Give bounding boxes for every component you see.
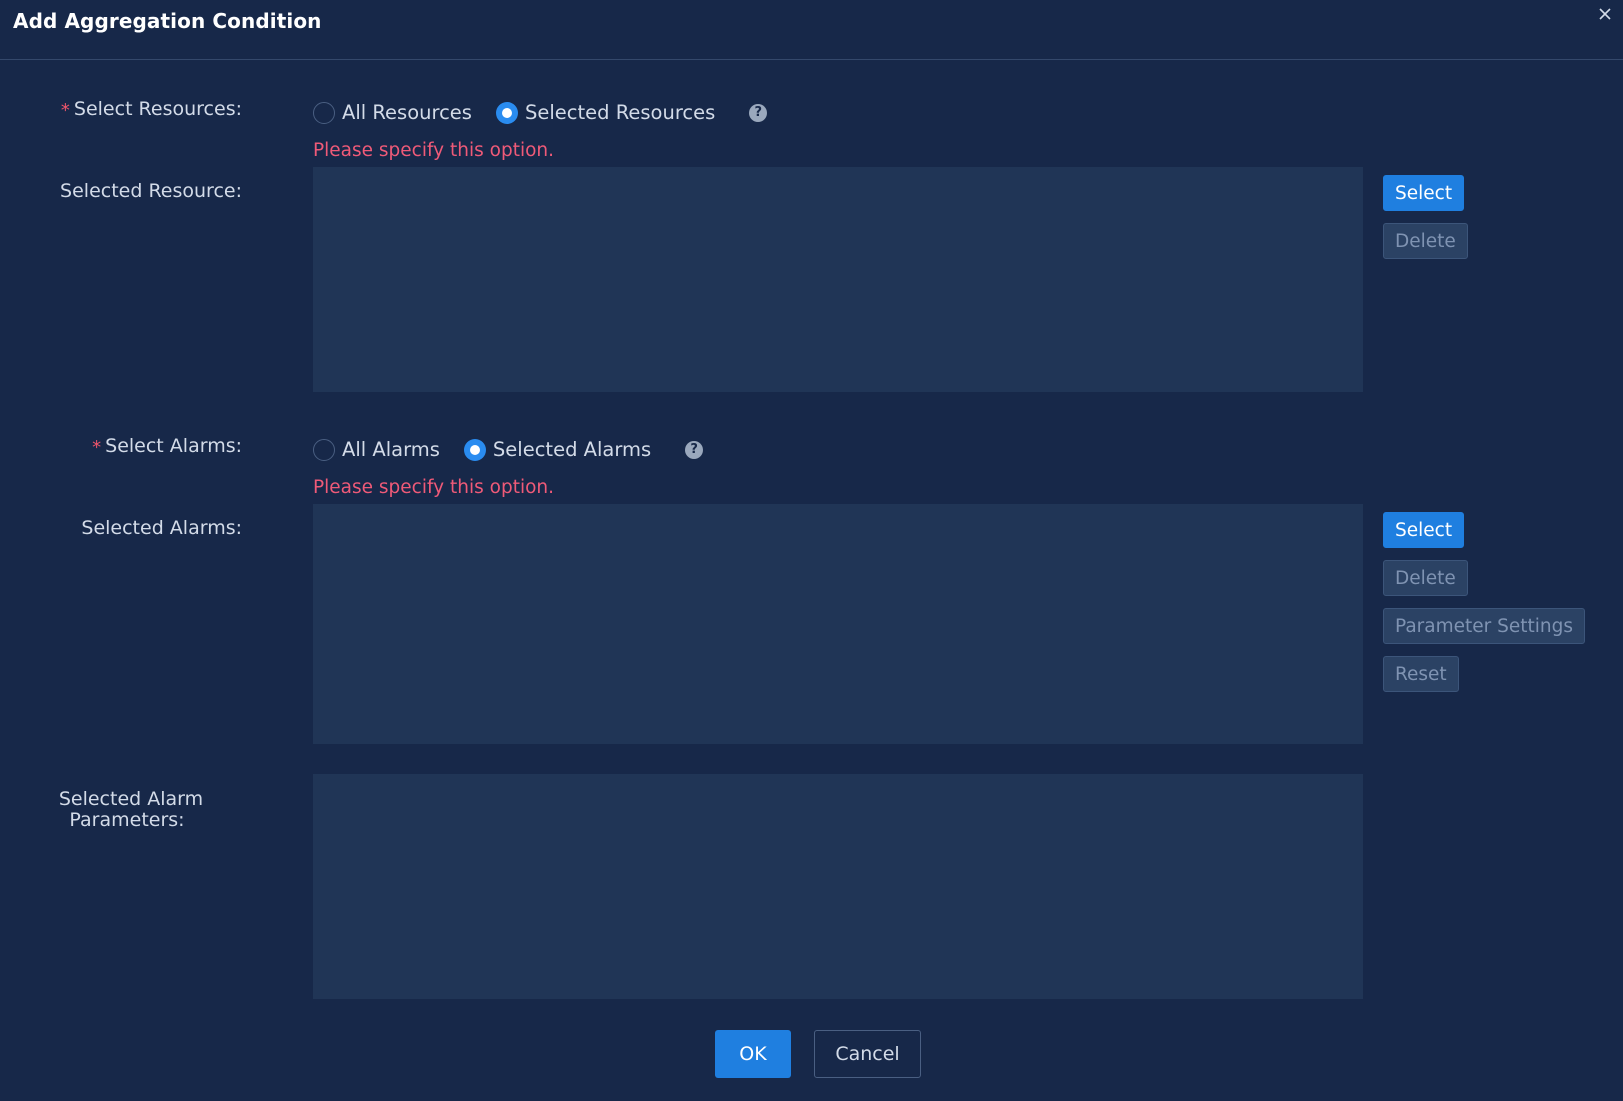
alarms-radio-group: All Alarms Selected Alarms ? (313, 438, 704, 461)
required-mark: * (60, 100, 70, 121)
select-resource-button[interactable]: Select (1383, 175, 1465, 211)
resources-radio-group: All Resources Selected Resources ? (313, 101, 768, 124)
ok-button[interactable]: OK (715, 1030, 791, 1078)
radio-selected-resources[interactable]: Selected Resources (495, 101, 715, 124)
radio-circle-checked (495, 101, 518, 124)
delete-resource-button[interactable]: Delete (1383, 223, 1468, 259)
delete-alarms-button[interactable]: Delete (1383, 560, 1468, 596)
select-alarms-button[interactable]: Select (1383, 512, 1465, 548)
selected-resource-label: Selected Resource: (60, 180, 242, 202)
cancel-button[interactable]: Cancel (814, 1030, 921, 1078)
question-circle-icon[interactable]: ? (685, 440, 704, 459)
selected-alarms-list[interactable] (313, 504, 1363, 744)
parameter-settings-button[interactable]: Parameter Settings (1383, 608, 1586, 644)
selected-alarm-parameters-label: Selected Alarm Parameters: (58, 788, 204, 831)
selected-alarm-parameters-list[interactable] (313, 774, 1363, 999)
radio-circle-checked (463, 438, 486, 461)
dialog-header: Add Aggregation Condition (0, 0, 1623, 60)
alarms-error-message: Please specify this option. (313, 477, 555, 498)
reset-button[interactable]: Reset (1383, 656, 1459, 692)
selected-resource-list[interactable] (313, 167, 1363, 392)
radio-circle (313, 438, 335, 461)
dialog-title: Add Aggregation Condition (13, 9, 322, 33)
question-circle-icon[interactable]: ? (749, 103, 768, 122)
resources-error-message: Please specify this option. (313, 140, 555, 161)
select-resources-label: * Select Resources: (60, 98, 242, 121)
close-icon[interactable] (1597, 6, 1615, 24)
radio-circle (313, 101, 335, 124)
selected-alarms-label: Selected Alarms: (81, 517, 242, 539)
select-alarms-label: * Select Alarms: (92, 435, 242, 458)
add-aggregation-condition-dialog: Add Aggregation Condition * Select Resour… (0, 0, 1623, 1101)
required-mark: * (92, 437, 102, 458)
radio-all-resources[interactable]: All Resources (313, 101, 472, 124)
radio-all-alarms[interactable]: All Alarms (313, 438, 440, 461)
radio-selected-alarms[interactable]: Selected Alarms (463, 438, 651, 461)
